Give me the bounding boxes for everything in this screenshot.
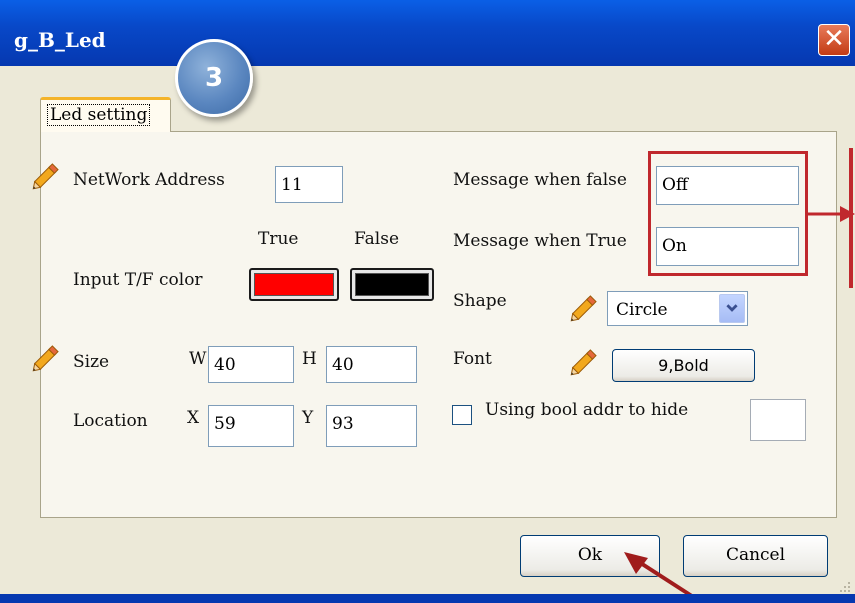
true-color-button[interactable] [249, 268, 339, 301]
size-h-label: H [302, 349, 317, 369]
hide-address-input[interactable] [750, 399, 806, 441]
location-x-input[interactable]: 59 [208, 405, 294, 447]
resize-grip-icon[interactable] [838, 580, 852, 594]
hide-label: Using bool addr to hide [485, 400, 689, 420]
input-color-label: Input T/F color [73, 270, 203, 290]
hide-checkbox[interactable] [452, 405, 472, 425]
close-button[interactable]: ✕ [818, 24, 850, 56]
chevron-down-icon [726, 304, 738, 312]
false-color-button[interactable] [350, 268, 434, 301]
annotation-edge-mark [849, 148, 853, 288]
window-title: g_B_Led [14, 28, 106, 52]
font-label: Font [453, 349, 492, 369]
network-address-label: NetWork Address [73, 170, 225, 190]
pencil-icon [570, 295, 597, 322]
location-x-label: X [187, 408, 200, 428]
true-label: True [258, 229, 299, 249]
pencil-icon [32, 163, 59, 190]
size-width-input[interactable]: 40 [208, 346, 294, 383]
shape-label: Shape [453, 291, 507, 311]
font-button[interactable]: 9,Bold [612, 349, 755, 382]
network-address-input[interactable]: 11 [275, 166, 343, 203]
window-bottom-border [0, 594, 855, 603]
tab-led-setting[interactable]: Led setting [40, 97, 171, 132]
true-color-swatch [254, 273, 334, 296]
shape-selected-value: Circle [616, 300, 668, 320]
size-height-input[interactable]: 40 [326, 346, 417, 383]
false-color-swatch [355, 273, 429, 296]
false-label: False [354, 229, 399, 249]
pencil-icon [570, 349, 597, 376]
pencil-icon [32, 345, 59, 372]
size-label: Size [73, 352, 110, 372]
message-false-label: Message when false [453, 170, 627, 190]
annotation-highlight-box [648, 151, 808, 276]
dialog-window: g_B_Led ✕ 3 Led setting NetWork Address … [0, 0, 855, 603]
size-w-label: W [189, 349, 207, 369]
step-badge: 3 [175, 39, 253, 117]
dropdown-button[interactable] [719, 294, 745, 323]
cancel-button[interactable]: Cancel [683, 535, 828, 577]
location-label: Location [73, 411, 148, 431]
location-y-label: Y [302, 408, 314, 428]
annotation-arrow-right [806, 206, 855, 222]
tab-label: Led setting [47, 104, 151, 126]
location-y-input[interactable]: 93 [326, 405, 417, 447]
message-true-label: Message when True [453, 231, 627, 251]
shape-select[interactable]: Circle [607, 291, 748, 326]
title-bar: g_B_Led ✕ [0, 0, 855, 66]
